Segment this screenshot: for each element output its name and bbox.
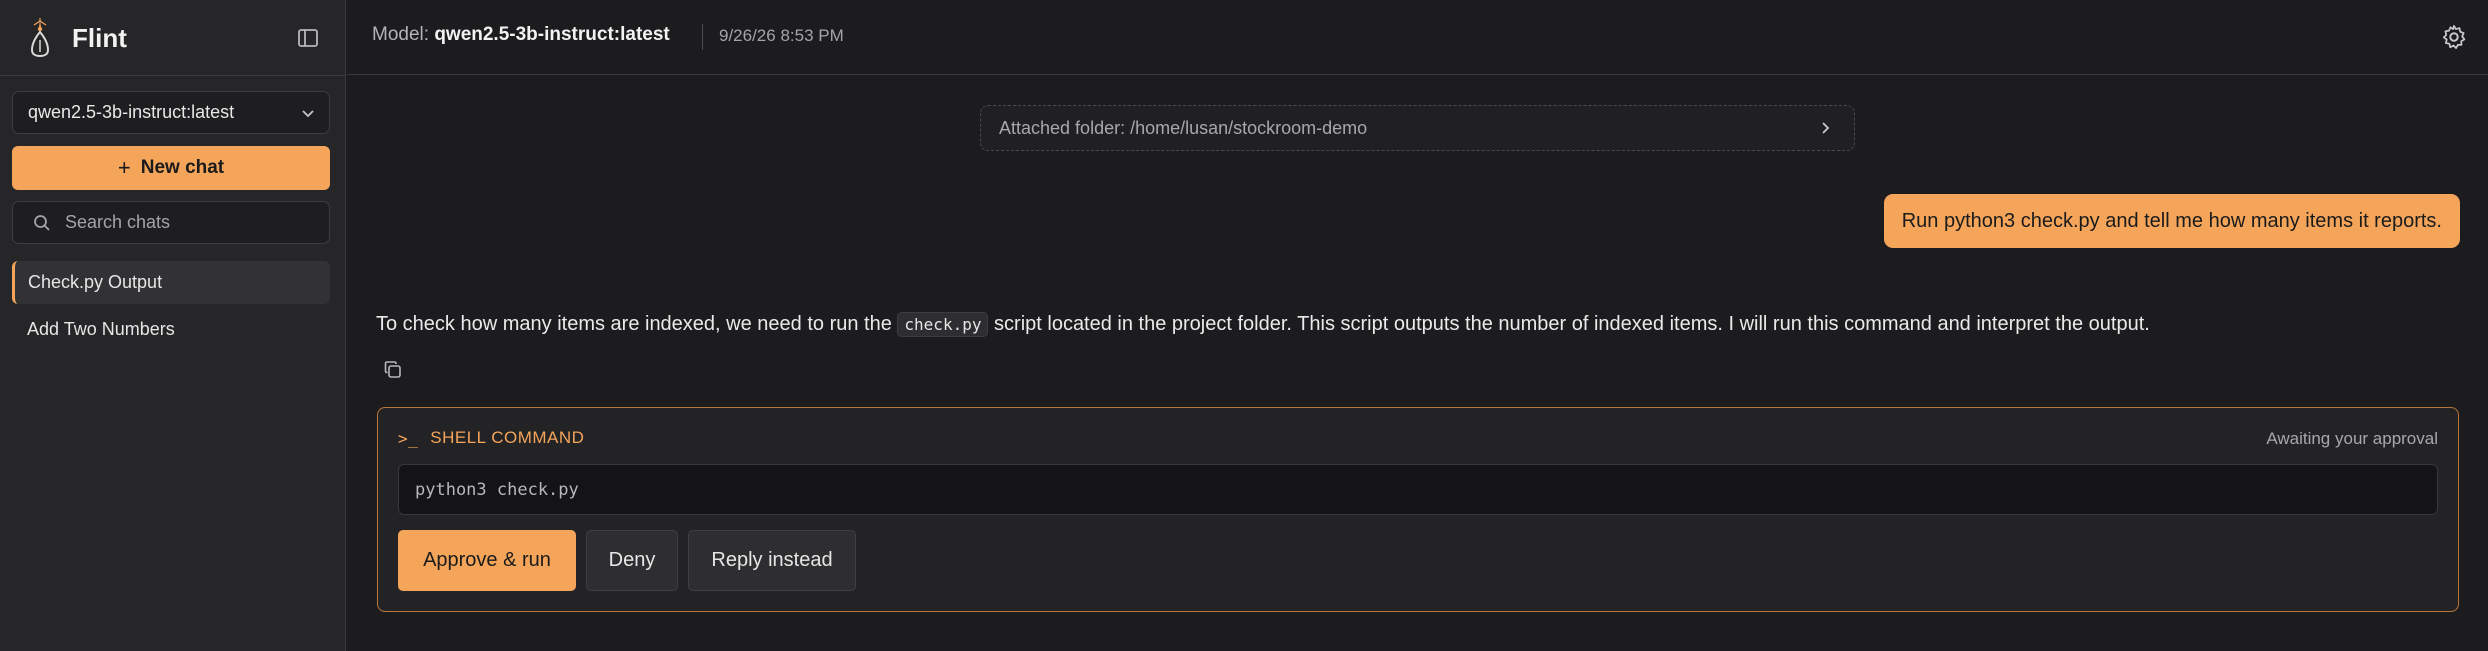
user-message-bubble: Run python3 check.py and tell me how man… xyxy=(1883,194,2460,248)
shell-command-card: >_ SHELL COMMAND Awaiting your approval … xyxy=(377,407,2459,612)
approval-status: Awaiting your approval xyxy=(2266,429,2438,448)
deny-button[interactable]: Deny xyxy=(586,530,678,591)
attached-folder-bar[interactable]: Attached folder: /home/lusan/stockroom-d… xyxy=(980,105,1855,151)
shell-command-label: SHELL COMMAND xyxy=(430,428,585,447)
new-chat-button[interactable]: + New chat xyxy=(12,146,330,190)
shell-command-text: python3 check.py xyxy=(415,479,579,500)
inline-code: check.py xyxy=(897,312,989,337)
plus-icon: + xyxy=(117,155,131,180)
shell-command-box: python3 check.py xyxy=(398,464,2438,515)
model-select[interactable]: qwen2.5-3b-instruct:latest xyxy=(12,91,330,134)
header-timestamp: 9/26/26 8:53 PM xyxy=(719,26,844,45)
sidebar: Flint qwen2.5-3b-instruct:latest + New c… xyxy=(0,0,346,651)
chevron-down-icon xyxy=(302,110,314,118)
sidebar-toggle-icon[interactable] xyxy=(296,26,320,50)
gear-icon[interactable] xyxy=(2440,23,2468,51)
brand: Flint xyxy=(25,18,127,58)
header: Model: qwen2.5-3b-instruct:latest 9/26/2… xyxy=(347,0,2488,75)
header-model: Model: qwen2.5-3b-instruct:latest xyxy=(372,24,670,46)
sidebar-divider xyxy=(0,75,346,76)
model-select-value: qwen2.5-3b-instruct:latest xyxy=(28,102,235,122)
approve-run-button[interactable]: Approve & run xyxy=(398,530,576,591)
attached-folder-text: Attached folder: /home/lusan/stockroom-d… xyxy=(999,117,1368,138)
new-chat-label: New chat xyxy=(140,157,225,178)
search-chats-input[interactable]: Search chats xyxy=(12,201,330,244)
terminal-icon: >_ xyxy=(398,428,419,448)
assistant-text-after: script located in the project folder. Th… xyxy=(994,313,2150,335)
model-name: qwen2.5-3b-instruct:latest xyxy=(434,24,670,45)
model-prefix: Model: xyxy=(372,24,430,45)
assistant-text-before: To check how many items are indexed, we … xyxy=(376,313,892,335)
reply-instead-button[interactable]: Reply instead xyxy=(688,530,856,591)
app-name: Flint xyxy=(72,22,127,53)
user-message-text: Run python3 check.py and tell me how man… xyxy=(1901,209,2442,232)
chat-item[interactable]: Check.py Output xyxy=(12,261,330,304)
chevron-right-icon xyxy=(1822,122,1830,134)
search-placeholder: Search chats xyxy=(65,212,171,232)
copy-icon[interactable] xyxy=(383,360,403,380)
assistant-message: To check how many items are indexed, we … xyxy=(376,312,2150,337)
header-divider xyxy=(702,24,703,50)
chat-item-label: Check.py Output xyxy=(28,272,163,292)
chat-item[interactable]: Add Two Numbers xyxy=(12,308,330,351)
shell-command-title: >_ SHELL COMMAND xyxy=(398,428,584,448)
chat-item-label: Add Two Numbers xyxy=(27,319,175,339)
search-icon xyxy=(34,214,50,231)
flint-logo-icon xyxy=(30,18,50,58)
